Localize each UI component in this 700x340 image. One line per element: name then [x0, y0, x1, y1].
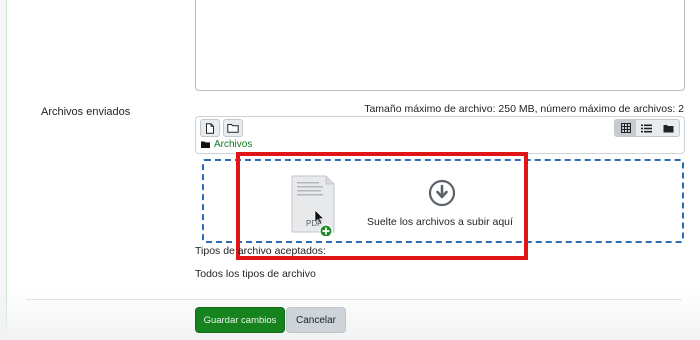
bottom-shade	[0, 290, 700, 340]
highlight-box	[236, 152, 528, 260]
accepted-types-label: Tipos de archivo aceptados:	[195, 245, 326, 257]
form-divider	[26, 299, 682, 300]
files-field-label: Archivos enviados	[41, 106, 131, 118]
list-view-icon	[641, 124, 653, 132]
file-picker: Archivos	[195, 116, 685, 154]
folder-icon	[227, 124, 239, 133]
tree-view-button[interactable]	[658, 120, 679, 136]
accepted-types-value: Todos los tipos de archivo	[195, 268, 316, 280]
grid-view-icon	[620, 123, 631, 133]
add-file-button[interactable]	[200, 119, 220, 137]
tree-view-icon	[663, 124, 674, 132]
left-rail-border	[6, 0, 7, 340]
grid-view-button[interactable]	[615, 120, 637, 136]
breadcrumb-root-link[interactable]: Archivos	[214, 139, 252, 150]
list-view-button[interactable]	[636, 120, 657, 136]
view-switcher	[614, 119, 680, 137]
breadcrumb: Archivos	[201, 139, 252, 150]
save-changes-button[interactable]: Guardar cambios	[195, 307, 285, 333]
file-icon	[206, 122, 214, 134]
cancel-button[interactable]: Cancelar	[286, 307, 346, 333]
text-editor-area[interactable]	[195, 0, 685, 91]
folder-icon	[201, 141, 210, 148]
file-limits-text: Tamaño máximo de archivo: 250 MB, número…	[364, 103, 684, 115]
create-folder-button[interactable]	[223, 119, 243, 137]
